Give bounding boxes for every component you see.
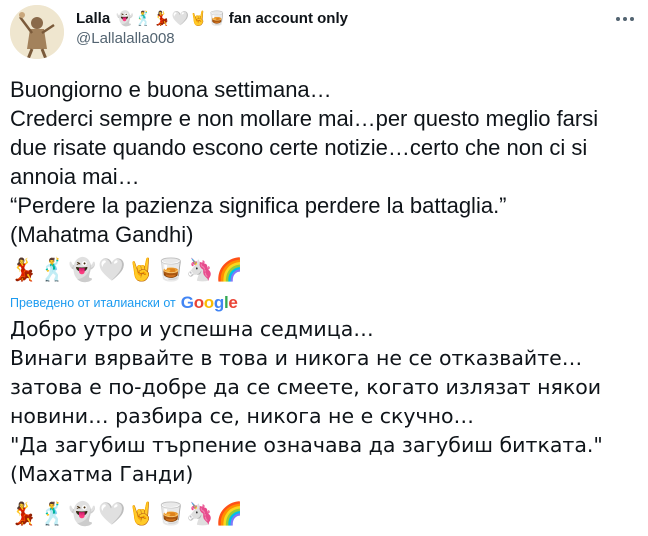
author-name-row[interactable]: Lalla 👻🕺💃🤍🤘🥃 fan account only: [76, 8, 348, 28]
author-handle[interactable]: @Lallalalla008: [76, 30, 175, 47]
tweet-emojis-original: 💃🕺👻🤍🤘🥃🦄🌈: [10, 257, 246, 282]
tweet-text-translated: Добро утро и успешна седмица… Винаги вяр…: [10, 317, 603, 486]
avatar-image: [10, 5, 64, 59]
more-button[interactable]: [610, 6, 640, 32]
display-name[interactable]: Lalla: [76, 10, 110, 27]
name-emojis: 👻🕺💃🤍🤘🥃: [116, 9, 227, 26]
translation-note: Преведено от италиански от: [10, 296, 176, 310]
avatar[interactable]: [10, 5, 64, 59]
tweet-text-original: Buongiorno e buona settimana… Crederci s…: [10, 77, 599, 247]
more-horizontal-icon: [615, 17, 636, 21]
tweet: Lalla 👻🕺💃🤍🤘🥃 fan account only @Lallalall…: [0, 0, 648, 536]
name-suffix: fan account only: [228, 9, 348, 27]
translation-attribution[interactable]: Преведено от италиански от Google: [10, 293, 238, 313]
tweet-emojis-translated: 💃🕺👻🤍🤘🥃🦄🌈: [10, 501, 246, 526]
google-logo: Google: [180, 293, 238, 312]
